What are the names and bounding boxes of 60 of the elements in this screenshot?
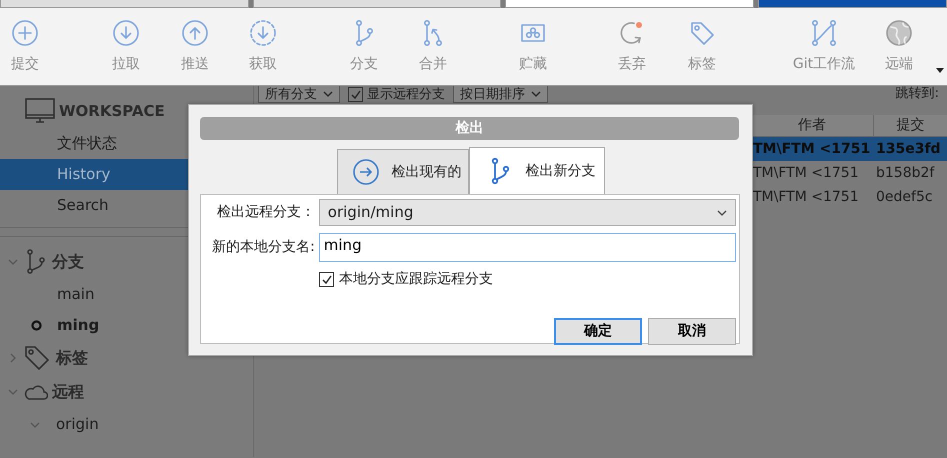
document-tab[interactable]: [505, 0, 754, 8]
toolbar-button[interactable]: 贮藏: [501, 19, 565, 75]
table-cell-text: TM\FTM <1751: [752, 140, 872, 158]
table-cell-text: 0edef5c: [875, 188, 934, 206]
up-arrow-circle-icon: [181, 19, 209, 47]
table-cell-text: TM\FTM <1751: [752, 164, 860, 182]
branch-item[interactable]: main: [57, 283, 94, 306]
tag-icon: [24, 345, 52, 371]
table-row[interactable]: TM\FTM <1751 b158b2f: [750, 161, 947, 185]
globe-icon: [885, 19, 913, 47]
jump-to-label: 跳转到:: [896, 86, 939, 101]
branch-filter-dropdown[interactable]: 所有分支: [258, 86, 340, 103]
section-header[interactable]: 远程: [52, 380, 84, 404]
toolbar-button[interactable]: 提交: [0, 19, 50, 75]
caret-icon: [936, 68, 944, 74]
sort-dropdown[interactable]: 按日期排序: [453, 86, 548, 103]
tag-icon: [688, 19, 716, 47]
column-header[interactable]: 提交: [873, 115, 947, 136]
dialog-tab[interactable]: 检出新分支: [468, 147, 604, 194]
chevron-down-icon: [717, 210, 727, 216]
table-row[interactable]: TM\FTM <1751 0edef5c: [750, 185, 947, 209]
section-title: WORKSPACE: [59, 100, 165, 122]
chevron-down-icon: [323, 91, 333, 97]
checkbox[interactable]: [319, 272, 334, 287]
down-arrow-circle-icon: [112, 19, 140, 47]
toolbar-button[interactable]: 丢弃: [600, 19, 664, 75]
toolbar-button[interactable]: 远端: [867, 19, 931, 75]
right-arrow-circle-icon: [352, 158, 380, 186]
document-tab[interactable]: [0, 0, 249, 8]
toolbar-button[interactable]: 标签: [670, 19, 734, 75]
toolbar-button[interactable]: Git工作流: [782, 19, 866, 75]
chevron-down-icon: [531, 91, 541, 97]
toolbar-button[interactable]: 合并: [401, 19, 465, 75]
monitor-icon: [25, 98, 55, 124]
git-flow-icon: [810, 19, 838, 47]
table-cell-text: 135e3fd: [875, 140, 942, 158]
remote-branch-dropdown[interactable]: origin/ming: [318, 199, 736, 226]
branch-name-field[interactable]: ming: [318, 233, 736, 262]
table-cell-text: b158b2f: [875, 164, 936, 182]
ok-button[interactable]: 确定: [554, 318, 642, 345]
checkbox[interactable]: [348, 87, 363, 102]
cancel-button[interactable]: 取消: [648, 318, 736, 345]
remote-item[interactable]: origin: [56, 413, 99, 436]
section-header[interactable]: 分支: [52, 250, 84, 274]
checkbox-label: 显示远程分支: [367, 87, 445, 102]
branch-item[interactable]: ming: [57, 314, 100, 337]
checkbox-label: 本地分支应跟踪远程分支: [339, 270, 493, 289]
table-row[interactable]: TM\FTM <1751 135e3fd: [750, 137, 947, 161]
document-tab[interactable]: [252, 0, 502, 8]
dialog-tab[interactable]: 检出现有的: [336, 149, 468, 194]
section-header[interactable]: 标签: [56, 346, 88, 370]
toolbar-button[interactable]: 拉取: [94, 19, 158, 75]
toolbar-button[interactable]: 获取: [231, 19, 295, 75]
dialog-title-bar: 检出: [200, 117, 739, 140]
toolbar-button[interactable]: 分支: [332, 19, 396, 75]
field-label: 新的本地分支名:: [211, 238, 316, 257]
table-cell-text: TM\FTM <1751: [752, 188, 860, 206]
field-label: 检出远程分支：: [216, 203, 316, 222]
toolbar-button[interactable]: 推送: [163, 19, 227, 75]
plus-circle-icon: [11, 19, 39, 47]
